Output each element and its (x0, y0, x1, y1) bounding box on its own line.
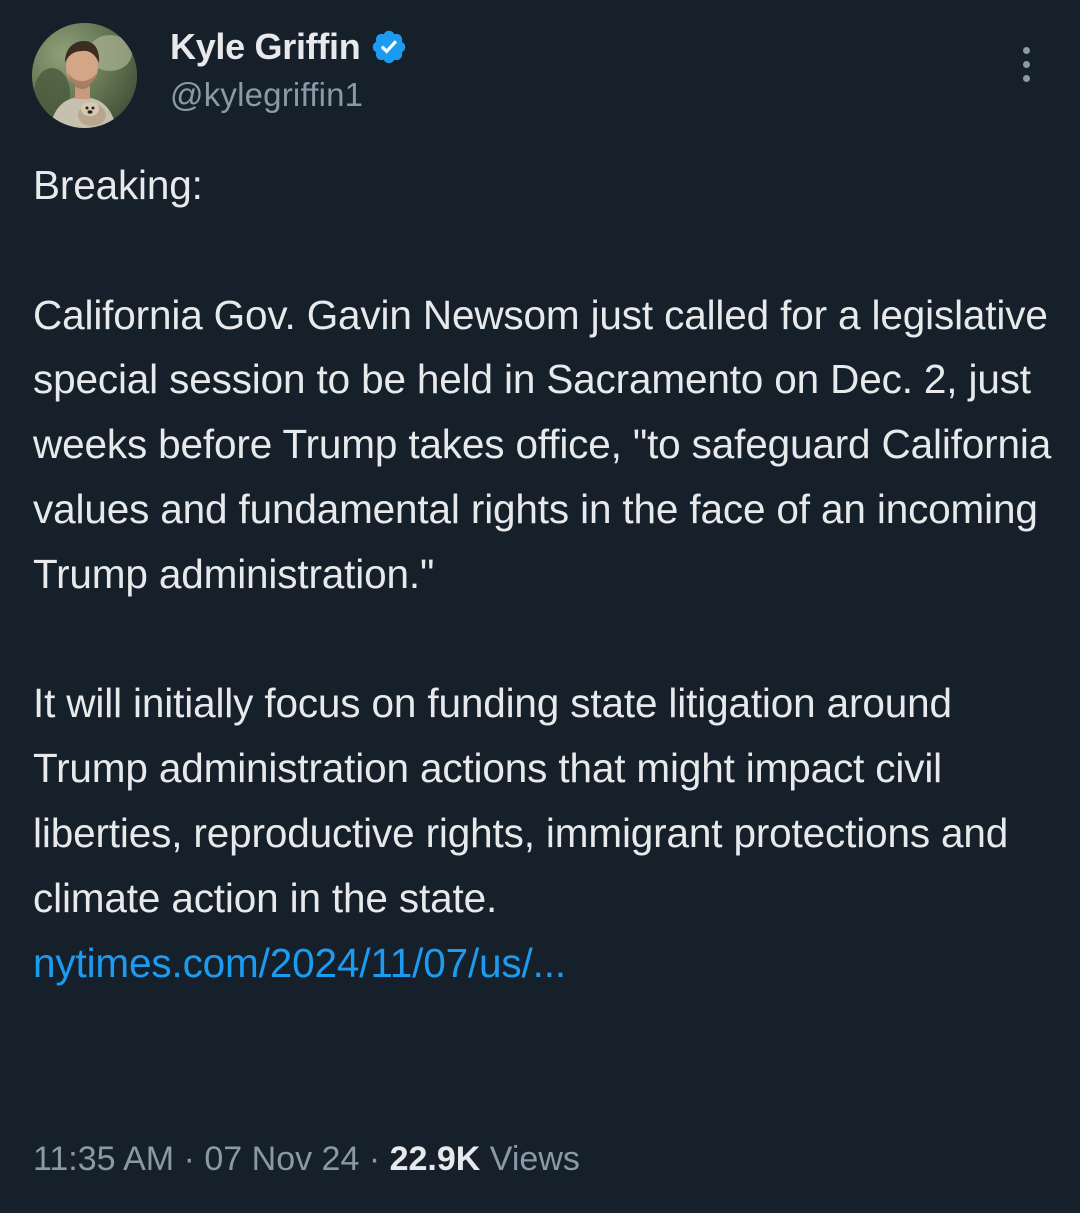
tweet-date[interactable]: 07 Nov 24 (204, 1140, 359, 1178)
author-display-name[interactable]: Kyle Griffin (170, 26, 361, 68)
tweet-paragraph-1: California Gov. Gavin Newsom just called… (33, 291, 1052, 597)
tweet-text: Breaking: California Gov. Gavin Newsom j… (33, 153, 1053, 995)
article-link[interactable]: nytimes.com/2024/11/07/us/... (33, 931, 566, 996)
meta-separator: · (183, 1140, 195, 1178)
tweet-meta: 11:35 AM · 07 Nov 24 · 22.9K Views (33, 1140, 580, 1179)
views-label: Views (489, 1140, 580, 1178)
meta-separator: · (368, 1140, 381, 1178)
views-count: 22.9K (389, 1140, 481, 1178)
tweet-paragraph-2: It will initially focus on funding state… (33, 680, 1009, 921)
more-dot (1022, 46, 1030, 54)
avatar[interactable] (32, 23, 137, 128)
more-dot (1022, 74, 1030, 82)
tweet-time[interactable]: 11:35 AM (33, 1140, 174, 1178)
author-name-row[interactable]: Kyle Griffin (170, 24, 408, 70)
verified-badge-icon[interactable] (370, 28, 408, 66)
more-vertical-icon[interactable] (1006, 44, 1046, 84)
author-handle[interactable]: @kylegriffin1 (170, 76, 363, 114)
more-dot (1022, 60, 1030, 68)
avatar-photo (32, 23, 137, 128)
tweet-paragraph-heading: Breaking: (33, 162, 203, 208)
